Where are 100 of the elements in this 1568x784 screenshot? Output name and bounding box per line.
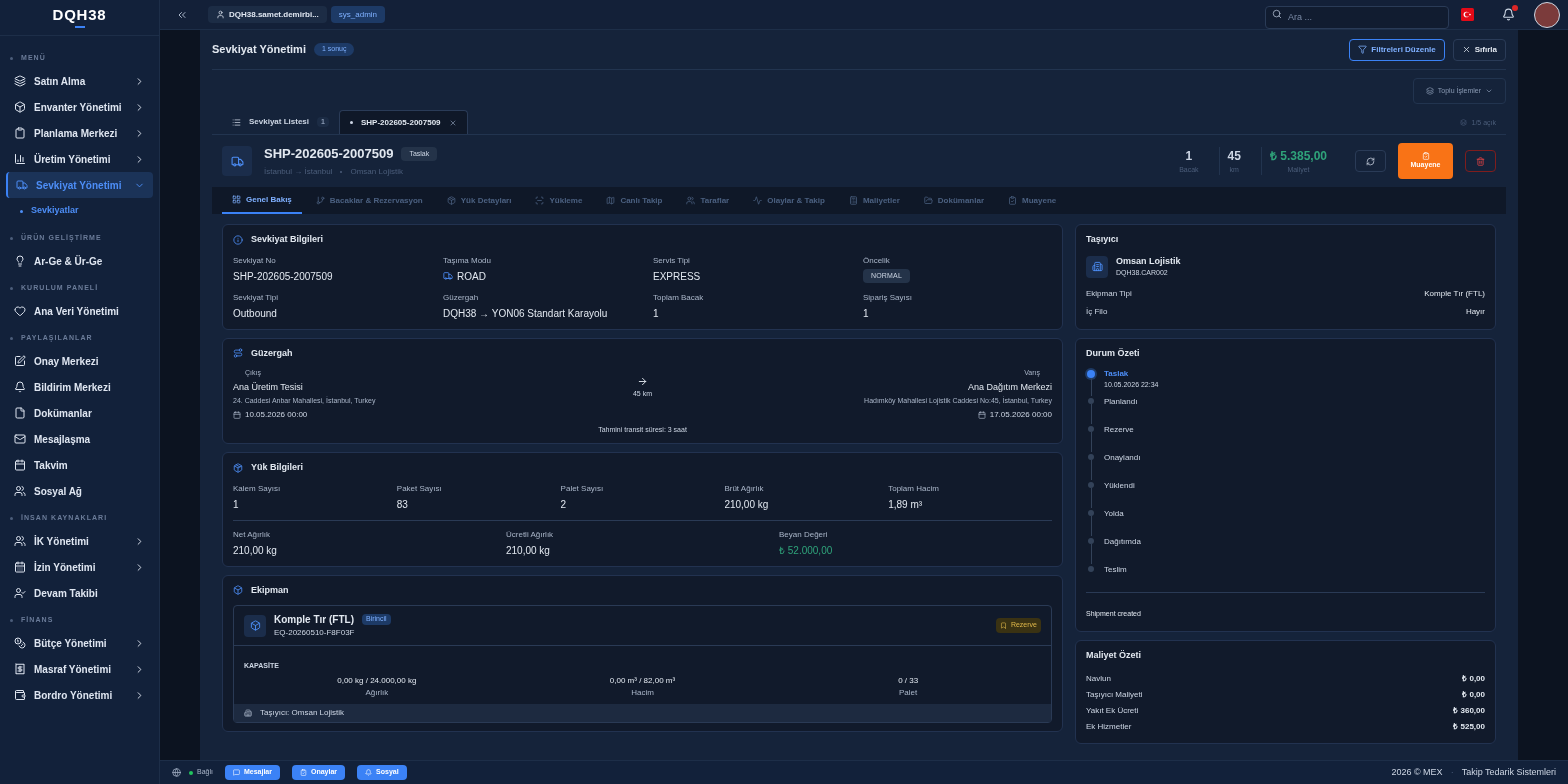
field-value: 1 xyxy=(233,497,240,512)
step-label: Yüklendi xyxy=(1104,480,1135,492)
sidebar-item[interactable]: Devam Takibi xyxy=(6,580,153,606)
sidebar-item[interactable]: Bütçe Yönetimi xyxy=(6,630,153,656)
card-title: Maliyet Özeti xyxy=(1086,649,1141,662)
sidebar-item[interactable]: İK Yönetimi xyxy=(6,528,153,554)
step-label: Planlandı xyxy=(1104,396,1138,408)
sidebar-item[interactable]: Planlama Merkezi xyxy=(6,120,153,146)
field-label: Kalem Sayısı xyxy=(233,482,282,495)
date-text: 10.05.2026 00:00 xyxy=(245,408,308,421)
sidebar-item[interactable]: Takvim xyxy=(6,452,153,478)
carrier-name: Omsan Lojistik xyxy=(1116,254,1181,268)
field-label: Servis Tipi xyxy=(653,254,691,267)
edit-icon xyxy=(14,355,26,367)
calendar-icon xyxy=(977,410,986,419)
trash-icon xyxy=(1476,156,1485,166)
cost-value: ₺ 360,00 xyxy=(1453,704,1485,717)
location-name: Ana Dağıtım Merkezi xyxy=(967,380,1052,394)
sidebar-item[interactable]: Satın Alma xyxy=(6,68,153,94)
user-chip[interactable]: DQH38.samet.demirbi... xyxy=(208,6,327,23)
detail-tab[interactable]: Genel Bakış xyxy=(222,187,302,214)
filter-icon xyxy=(1358,45,1368,54)
cube-icon xyxy=(14,101,26,113)
sidebar-item[interactable]: Üretim Yönetimi xyxy=(6,146,153,172)
field-value: DQH38 → YON06 Standart Karayolu xyxy=(443,306,609,321)
refresh-button[interactable] xyxy=(1355,150,1386,172)
search-field[interactable]: Ara ... xyxy=(1265,5,1449,29)
avatar[interactable] xyxy=(1534,1,1560,28)
field-label: Sevkiyat No xyxy=(233,254,277,267)
user-icon xyxy=(216,10,225,19)
carrier-text: Taşıyıcı: Omsan Lojistik xyxy=(260,707,345,719)
cube-icon xyxy=(249,620,261,631)
stat-value: ₺ 5.385,00 xyxy=(1269,147,1327,165)
field-label: Paket Sayısı xyxy=(396,482,443,495)
separator: · xyxy=(1450,765,1454,779)
stat-value: 1 xyxy=(1185,147,1193,165)
field-value: 2 xyxy=(560,497,568,512)
field-label: Sipariş Sayısı xyxy=(863,291,913,304)
card-title: Ekipman xyxy=(251,583,289,597)
card-title: Sevkiyat Bilgileri xyxy=(251,233,324,246)
truck-icon xyxy=(443,271,453,281)
chart-icon xyxy=(14,153,26,165)
sidebar-item[interactable]: Ar-Ge & Ür-Ge xyxy=(6,248,153,274)
field-label: Brüt Ağırlık xyxy=(724,482,765,495)
sidebar-item[interactable]: Sevkiyat Yönetimi xyxy=(6,172,153,198)
sidebar-item[interactable]: Mesajlaşma xyxy=(6,426,153,452)
row-value: Hayır xyxy=(1465,305,1485,318)
sidebar-item[interactable]: Dokümanlar xyxy=(6,400,153,426)
sidebar-item[interactable]: Sosyal Ağ xyxy=(6,478,153,504)
sidebar-item[interactable]: Bordro Yönetimi xyxy=(6,682,153,708)
folder-icon xyxy=(923,196,933,205)
capacity-value: 0 / 33 xyxy=(898,675,919,687)
row-label: Ekipman Tipi xyxy=(1086,287,1132,300)
field-value: 210,00 kg xyxy=(506,543,551,558)
layers-icon xyxy=(1425,87,1434,95)
capacity-label: Hacim xyxy=(631,687,654,699)
card-title: Güzergah xyxy=(251,346,293,360)
field-value: 1,89 m³ xyxy=(888,497,924,512)
info-icon xyxy=(233,234,243,245)
sidebar-item[interactable]: Ana Veri Yönetimi xyxy=(6,298,153,324)
card-title: Taşıyıcı xyxy=(1086,233,1119,246)
capacity-value: 0,00 m³ / 82,00 m³ xyxy=(609,675,676,687)
tab[interactable]: SHP-202605-2007509 xyxy=(338,110,468,134)
step-label: Onaylandı xyxy=(1104,452,1141,464)
sidebar-item[interactable]: Onay Merkezi xyxy=(6,348,153,374)
globe-icon xyxy=(172,768,181,777)
step-label: Taslak xyxy=(1104,368,1130,380)
truck-icon xyxy=(16,179,28,191)
field-label: Ücretli Ağırlık xyxy=(506,528,555,541)
card-title: Durum Özeti xyxy=(1086,346,1140,360)
close-icon xyxy=(448,118,457,127)
cube-icon xyxy=(233,585,243,596)
calendar-icon xyxy=(14,459,26,471)
field-value: 210,00 kg xyxy=(233,543,278,558)
sidebar-item[interactable]: Bildirim Merkezi xyxy=(6,374,153,400)
sidebar-item[interactable]: İzin Yönetimi xyxy=(6,554,153,580)
clipboard-icon xyxy=(1008,196,1018,205)
sidebar-item[interactable]: Masraf Yönetimi xyxy=(6,656,153,682)
field-label: Toplam Hacim xyxy=(888,482,940,495)
lightbulb-icon xyxy=(14,255,26,267)
reset-button[interactable]: Sıfırla xyxy=(1452,38,1506,61)
edit-filters-button[interactable]: Filtreleri Düzenle xyxy=(1349,38,1445,61)
sidebar-item[interactable]: Envanter Yönetimi xyxy=(6,94,153,120)
row-label: İç Filo xyxy=(1086,305,1108,318)
refresh-icon xyxy=(1366,156,1375,166)
field-label: Sevkiyat Tipi xyxy=(233,291,279,304)
grid-icon xyxy=(232,195,241,204)
people-icon xyxy=(686,196,696,205)
cost-value: ₺ 525,00 xyxy=(1453,720,1485,733)
step-label: Rezerve xyxy=(1104,424,1134,436)
sidebar-subitem[interactable]: Sevkiyatlar xyxy=(6,198,153,224)
flag-icon[interactable] xyxy=(1461,8,1474,21)
list-icon xyxy=(232,117,241,127)
capacity-value: 0,00 kg / 24.000,00 kg xyxy=(337,675,417,687)
mail-icon xyxy=(14,433,26,445)
map-icon xyxy=(606,196,616,205)
field-label: Beyan Değeri xyxy=(779,528,829,541)
bell-icon xyxy=(14,381,26,393)
row-value: Komple Tır (FTL) xyxy=(1424,287,1485,300)
field-value: 1 xyxy=(863,306,870,321)
